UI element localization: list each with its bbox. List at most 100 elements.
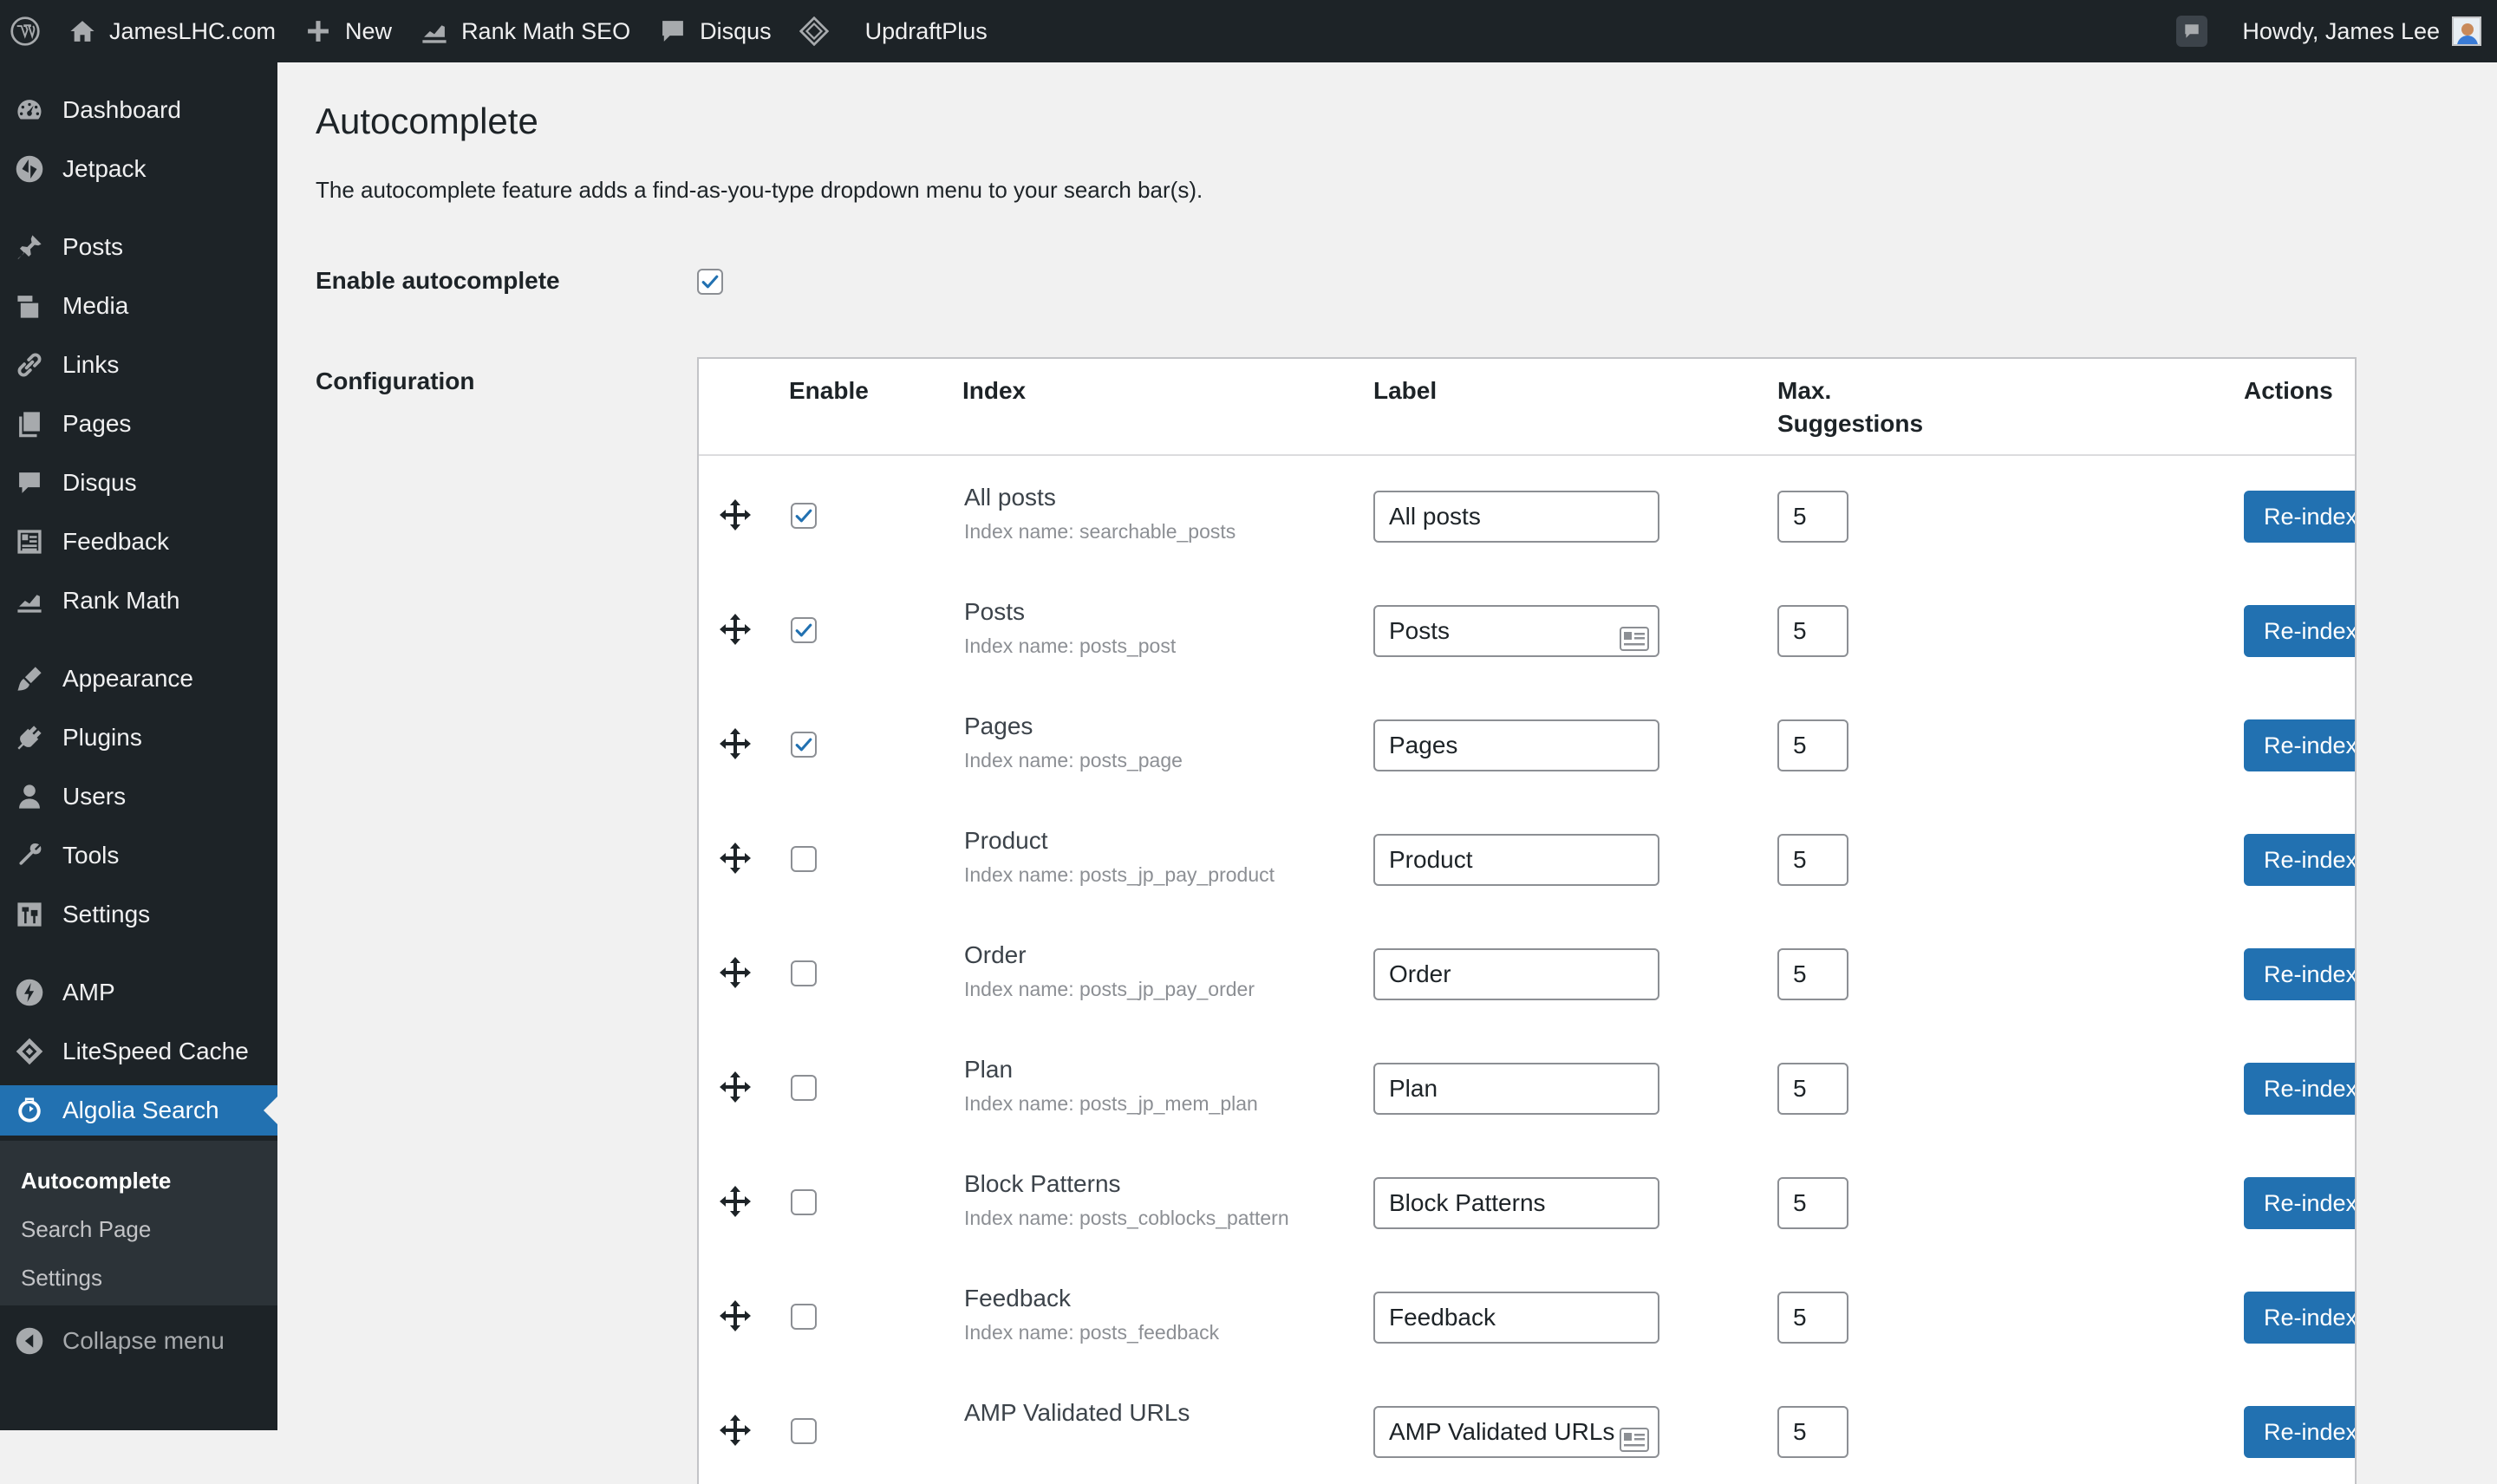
sidebar-item-pages[interactable]: Pages: [0, 399, 277, 449]
header-max-suggestions: Max. Suggestions: [1777, 374, 1923, 440]
disqus-link[interactable]: Disqus: [644, 0, 786, 62]
sidebar-item-media[interactable]: Media: [0, 281, 277, 331]
my-account-link[interactable]: Howdy, James Lee: [2228, 0, 2497, 62]
sidebar-item-label: LiteSpeed Cache: [62, 1038, 249, 1064]
page-description: The autocomplete feature adds a find-as-…: [316, 177, 1203, 203]
sidebar-item-litespeed-cache[interactable]: LiteSpeed Cache: [0, 1026, 277, 1077]
sidebar-item-users[interactable]: Users: [0, 771, 277, 822]
sidebar-item-label: Disqus: [62, 469, 137, 496]
sidebar-item-feedback[interactable]: Feedback: [0, 517, 277, 567]
sidebar-item-label: Algolia Search: [62, 1097, 219, 1123]
drag-handle-icon[interactable]: [718, 1184, 753, 1219]
label-input[interactable]: Product: [1373, 834, 1659, 886]
label-input[interactable]: Plan: [1373, 1063, 1659, 1115]
feedback-icon: [14, 526, 45, 557]
max-suggestions-input[interactable]: 5: [1777, 948, 1848, 1000]
table-row: Feedback Index name: posts_feedback Feedba…: [699, 1259, 2355, 1373]
autofill-card-icon[interactable]: [1620, 619, 1649, 651]
reindex-button[interactable]: Re-index: [2244, 1063, 2355, 1115]
submenu-item-settings[interactable]: Settings: [0, 1253, 277, 1302]
sidebar-item-posts[interactable]: Posts: [0, 222, 277, 272]
row-enable-checkbox[interactable]: [791, 617, 817, 643]
checkmark-icon: [795, 738, 812, 752]
index-display-name: All posts: [964, 484, 1056, 511]
row-enable-checkbox[interactable]: [791, 1304, 817, 1330]
notifications-button[interactable]: [2162, 0, 2228, 62]
sidebar-item-disqus[interactable]: Disqus: [0, 458, 277, 508]
sidebar-item-settings[interactable]: Settings: [0, 889, 277, 940]
label-input[interactable]: Pages: [1373, 719, 1659, 771]
reindex-button[interactable]: Re-index: [2244, 1177, 2355, 1229]
avatar: [2452, 16, 2481, 46]
max-suggestions-input[interactable]: 5: [1777, 491, 1848, 543]
drag-handle-icon[interactable]: [718, 498, 753, 532]
label-input[interactable]: All posts: [1373, 491, 1659, 543]
sidebar-item-dashboard[interactable]: Dashboard: [0, 85, 277, 135]
index-display-name: Feedback: [964, 1285, 1071, 1312]
row-enable-checkbox[interactable]: [791, 1189, 817, 1215]
header-enable: Enable: [789, 377, 869, 404]
sidebar-item-rank-math[interactable]: Rank Math: [0, 576, 277, 626]
reindex-button[interactable]: Re-index: [2244, 719, 2355, 771]
collapse-icon: [14, 1325, 45, 1357]
submenu-item-autocomplete[interactable]: Autocomplete: [0, 1156, 277, 1205]
reindex-button[interactable]: Re-index: [2244, 1406, 2355, 1458]
disqus-label: Disqus: [700, 17, 772, 44]
drag-handle-icon[interactable]: [718, 1413, 753, 1448]
reindex-button[interactable]: Re-index: [2244, 948, 2355, 1000]
label-input[interactable]: Feedback: [1373, 1292, 1659, 1344]
enable-autocomplete-checkbox[interactable]: [697, 269, 723, 295]
row-enable-checkbox[interactable]: [791, 1075, 817, 1101]
sidebar-item-jetpack[interactable]: Jetpack: [0, 144, 277, 194]
submenu-item-search-page[interactable]: Search Page: [0, 1205, 277, 1253]
updraftplus-link[interactable]: UpdraftPlus: [786, 0, 1001, 62]
sidebar-item-tools[interactable]: Tools: [0, 830, 277, 881]
sidebar-item-label: Media: [62, 292, 129, 319]
drag-handle-icon[interactable]: [718, 726, 753, 761]
drag-handle-icon[interactable]: [718, 1298, 753, 1333]
reindex-button[interactable]: Re-index: [2244, 605, 2355, 657]
site-name-link[interactable]: JamesLHC.com: [54, 0, 290, 62]
label-input[interactable]: Block Patterns: [1373, 1177, 1659, 1229]
sidebar-item-links[interactable]: Links: [0, 340, 277, 390]
collapse-menu-button[interactable]: Collapse menu: [0, 1316, 277, 1366]
wordpress-logo-button[interactable]: [0, 0, 54, 62]
drag-handle-icon[interactable]: [718, 955, 753, 990]
sidebar-item-label: Rank Math: [62, 587, 180, 614]
row-enable-checkbox[interactable]: [791, 732, 817, 758]
max-suggestions-input[interactable]: 5: [1777, 1177, 1848, 1229]
autofill-card-icon[interactable]: [1620, 1420, 1649, 1452]
sidebar-item-amp[interactable]: AMP: [0, 967, 277, 1018]
row-enable-checkbox[interactable]: [791, 503, 817, 529]
label-input[interactable]: Order: [1373, 948, 1659, 1000]
row-enable-checkbox[interactable]: [791, 1418, 817, 1444]
sidebar-item-plugins[interactable]: Plugins: [0, 713, 277, 763]
wrench-icon: [14, 840, 45, 871]
row-enable-checkbox[interactable]: [791, 960, 817, 986]
label-input[interactable]: AMP Validated URLs: [1373, 1406, 1659, 1458]
new-content-link[interactable]: New: [290, 0, 406, 62]
max-suggestions-input[interactable]: 5: [1777, 1292, 1848, 1344]
sidebar-item-label: Appearance: [62, 665, 194, 692]
sidebar-item-algolia-search[interactable]: Algolia Search: [0, 1085, 277, 1136]
admin-bar: JamesLHC.com New Rank Math SEO Disqus Up…: [0, 0, 2497, 62]
sidebar-item-appearance[interactable]: Appearance: [0, 654, 277, 704]
max-suggestions-input[interactable]: 5: [1777, 719, 1848, 771]
max-suggestions-input[interactable]: 5: [1777, 1406, 1848, 1458]
sidebar-item-label: Posts: [62, 233, 124, 260]
drag-handle-icon[interactable]: [718, 841, 753, 875]
reindex-button[interactable]: Re-index: [2244, 491, 2355, 543]
plus-icon: [303, 16, 333, 46]
reindex-button[interactable]: Re-index: [2244, 834, 2355, 886]
drag-handle-icon[interactable]: [718, 612, 753, 647]
rankmath-link[interactable]: Rank Math SEO: [406, 0, 644, 62]
row-enable-checkbox[interactable]: [791, 846, 817, 872]
max-suggestions-input[interactable]: 5: [1777, 1063, 1848, 1115]
max-suggestions-input[interactable]: 5: [1777, 834, 1848, 886]
drag-handle-icon[interactable]: [718, 1070, 753, 1104]
max-suggestions-input[interactable]: 5: [1777, 605, 1848, 657]
reindex-button[interactable]: Re-index: [2244, 1292, 2355, 1344]
user-icon: [14, 781, 45, 812]
label-input[interactable]: Posts: [1373, 605, 1659, 657]
index-display-name: AMP Validated URLs: [964, 1399, 1190, 1426]
